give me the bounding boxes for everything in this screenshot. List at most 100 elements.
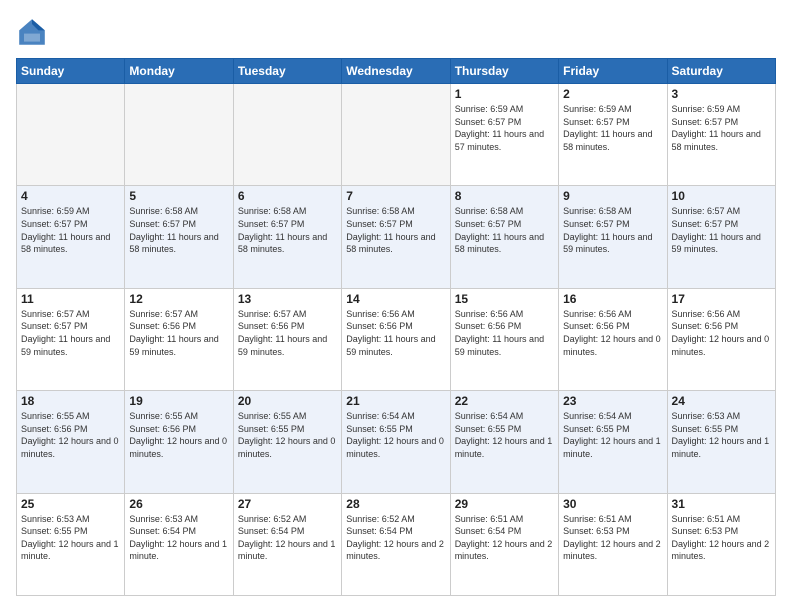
day-number: 12 bbox=[129, 292, 228, 306]
calendar-cell: 6Sunrise: 6:58 AMSunset: 6:57 PMDaylight… bbox=[233, 186, 341, 288]
day-info: Sunrise: 6:53 AMSunset: 6:55 PMDaylight:… bbox=[672, 410, 771, 460]
calendar-cell: 8Sunrise: 6:58 AMSunset: 6:57 PMDaylight… bbox=[450, 186, 558, 288]
calendar-cell: 5Sunrise: 6:58 AMSunset: 6:57 PMDaylight… bbox=[125, 186, 233, 288]
calendar-cell: 23Sunrise: 6:54 AMSunset: 6:55 PMDayligh… bbox=[559, 391, 667, 493]
calendar-cell: 13 Sunrise: 6:57 AMSunset: 6:56 PMDayligh… bbox=[233, 288, 341, 390]
week-row-4: 25 Sunrise: 6:53 AMSunset: 6:55 PMDayligh… bbox=[17, 493, 776, 595]
calendar-cell: 17 Sunrise: 6:56 AMSunset: 6:56 PMDayligh… bbox=[667, 288, 775, 390]
day-number: 4 bbox=[21, 189, 120, 203]
calendar-cell: 22Sunrise: 6:54 AMSunset: 6:55 PMDayligh… bbox=[450, 391, 558, 493]
day-number: 10 bbox=[672, 189, 771, 203]
day-info: Sunrise: 6:52 AMSunset: 6:54 PMDaylight:… bbox=[346, 513, 445, 563]
day-info: Sunrise: 6:59 AMSunset: 6:57 PMDaylight:… bbox=[21, 205, 120, 255]
page: SundayMondayTuesdayWednesdayThursdayFrid… bbox=[0, 0, 792, 612]
calendar: SundayMondayTuesdayWednesdayThursdayFrid… bbox=[16, 58, 776, 596]
week-row-1: 4 Sunrise: 6:59 AMSunset: 6:57 PMDaylight… bbox=[17, 186, 776, 288]
calendar-cell: 14 Sunrise: 6:56 AMSunset: 6:56 PMDayligh… bbox=[342, 288, 450, 390]
day-header-friday: Friday bbox=[559, 59, 667, 84]
day-info: Sunrise: 6:58 AMSunset: 6:57 PMDaylight:… bbox=[563, 205, 662, 255]
day-header-tuesday: Tuesday bbox=[233, 59, 341, 84]
calendar-cell: 3Sunrise: 6:59 AMSunset: 6:57 PMDaylight… bbox=[667, 84, 775, 186]
day-number: 31 bbox=[672, 497, 771, 511]
day-info: Sunrise: 6:58 AMSunset: 6:57 PMDaylight:… bbox=[346, 205, 445, 255]
day-info: Sunrise: 6:55 AMSunset: 6:56 PMDaylight:… bbox=[129, 410, 228, 460]
day-header-sunday: Sunday bbox=[17, 59, 125, 84]
calendar-cell: 30Sunrise: 6:51 AMSunset: 6:53 PMDayligh… bbox=[559, 493, 667, 595]
logo bbox=[16, 16, 52, 48]
day-info: Sunrise: 6:56 AMSunset: 6:56 PMDaylight:… bbox=[563, 308, 662, 358]
calendar-cell: 29 Sunrise: 6:51 AMSunset: 6:54 PMDayligh… bbox=[450, 493, 558, 595]
day-info: Sunrise: 6:57 AMSunset: 6:57 PMDaylight:… bbox=[672, 205, 771, 255]
day-info: Sunrise: 6:58 AMSunset: 6:57 PMDaylight:… bbox=[129, 205, 228, 255]
calendar-cell bbox=[342, 84, 450, 186]
day-number: 20 bbox=[238, 394, 337, 408]
day-number: 26 bbox=[129, 497, 228, 511]
calendar-cell: 2 Sunrise: 6:59 AMSunset: 6:57 PMDaylight… bbox=[559, 84, 667, 186]
day-number: 14 bbox=[346, 292, 445, 306]
day-number: 27 bbox=[238, 497, 337, 511]
day-number: 29 bbox=[455, 497, 554, 511]
day-info: Sunrise: 6:56 AMSunset: 6:56 PMDaylight:… bbox=[455, 308, 554, 358]
calendar-cell: 20 Sunrise: 6:55 AMSunset: 6:55 PMDayligh… bbox=[233, 391, 341, 493]
logo-icon bbox=[16, 16, 48, 48]
day-info: Sunrise: 6:59 AMSunset: 6:57 PMDaylight:… bbox=[455, 103, 554, 153]
day-number: 13 bbox=[238, 292, 337, 306]
calendar-cell: 15 Sunrise: 6:56 AMSunset: 6:56 PMDayligh… bbox=[450, 288, 558, 390]
day-info: Sunrise: 6:51 AMSunset: 6:53 PMDaylight:… bbox=[672, 513, 771, 563]
calendar-cell: 1 Sunrise: 6:59 AMSunset: 6:57 PMDaylight… bbox=[450, 84, 558, 186]
day-number: 17 bbox=[672, 292, 771, 306]
day-header-saturday: Saturday bbox=[667, 59, 775, 84]
day-number: 28 bbox=[346, 497, 445, 511]
day-number: 9 bbox=[563, 189, 662, 203]
day-header-monday: Monday bbox=[125, 59, 233, 84]
day-info: Sunrise: 6:51 AMSunset: 6:54 PMDaylight:… bbox=[455, 513, 554, 563]
calendar-cell: 19Sunrise: 6:55 AMSunset: 6:56 PMDayligh… bbox=[125, 391, 233, 493]
day-header-thursday: Thursday bbox=[450, 59, 558, 84]
week-row-3: 18 Sunrise: 6:55 AMSunset: 6:56 PMDayligh… bbox=[17, 391, 776, 493]
day-info: Sunrise: 6:58 AMSunset: 6:57 PMDaylight:… bbox=[455, 205, 554, 255]
calendar-cell: 11 Sunrise: 6:57 AMSunset: 6:57 PMDayligh… bbox=[17, 288, 125, 390]
calendar-cell: 31 Sunrise: 6:51 AMSunset: 6:53 PMDayligh… bbox=[667, 493, 775, 595]
day-number: 2 bbox=[563, 87, 662, 101]
day-number: 1 bbox=[455, 87, 554, 101]
calendar-cell: 9 Sunrise: 6:58 AMSunset: 6:57 PMDaylight… bbox=[559, 186, 667, 288]
day-info: Sunrise: 6:56 AMSunset: 6:56 PMDaylight:… bbox=[346, 308, 445, 358]
day-info: Sunrise: 6:57 AMSunset: 6:57 PMDaylight:… bbox=[21, 308, 120, 358]
calendar-cell: 26 Sunrise: 6:53 AMSunset: 6:54 PMDayligh… bbox=[125, 493, 233, 595]
day-info: Sunrise: 6:59 AMSunset: 6:57 PMDaylight:… bbox=[563, 103, 662, 153]
day-number: 11 bbox=[21, 292, 120, 306]
day-info: Sunrise: 6:55 AMSunset: 6:56 PMDaylight:… bbox=[21, 410, 120, 460]
day-number: 16 bbox=[563, 292, 662, 306]
day-number: 24 bbox=[672, 394, 771, 408]
day-info: Sunrise: 6:52 AMSunset: 6:54 PMDaylight:… bbox=[238, 513, 337, 563]
calendar-cell: 27 Sunrise: 6:52 AMSunset: 6:54 PMDayligh… bbox=[233, 493, 341, 595]
day-number: 25 bbox=[21, 497, 120, 511]
day-number: 3 bbox=[672, 87, 771, 101]
day-info: Sunrise: 6:53 AMSunset: 6:55 PMDaylight:… bbox=[21, 513, 120, 563]
calendar-header-row: SundayMondayTuesdayWednesdayThursdayFrid… bbox=[17, 59, 776, 84]
day-number: 15 bbox=[455, 292, 554, 306]
calendar-cell: 16 Sunrise: 6:56 AMSunset: 6:56 PMDayligh… bbox=[559, 288, 667, 390]
day-info: Sunrise: 6:57 AMSunset: 6:56 PMDaylight:… bbox=[238, 308, 337, 358]
day-number: 18 bbox=[21, 394, 120, 408]
day-header-wednesday: Wednesday bbox=[342, 59, 450, 84]
week-row-2: 11 Sunrise: 6:57 AMSunset: 6:57 PMDayligh… bbox=[17, 288, 776, 390]
calendar-cell: 7 Sunrise: 6:58 AMSunset: 6:57 PMDaylight… bbox=[342, 186, 450, 288]
day-number: 23 bbox=[563, 394, 662, 408]
day-number: 22 bbox=[455, 394, 554, 408]
day-info: Sunrise: 6:56 AMSunset: 6:56 PMDaylight:… bbox=[672, 308, 771, 358]
day-number: 7 bbox=[346, 189, 445, 203]
calendar-cell: 12Sunrise: 6:57 AMSunset: 6:56 PMDayligh… bbox=[125, 288, 233, 390]
day-info: Sunrise: 6:51 AMSunset: 6:53 PMDaylight:… bbox=[563, 513, 662, 563]
calendar-cell bbox=[233, 84, 341, 186]
week-row-0: 1 Sunrise: 6:59 AMSunset: 6:57 PMDaylight… bbox=[17, 84, 776, 186]
day-info: Sunrise: 6:58 AMSunset: 6:57 PMDaylight:… bbox=[238, 205, 337, 255]
calendar-cell bbox=[125, 84, 233, 186]
calendar-cell: 4 Sunrise: 6:59 AMSunset: 6:57 PMDaylight… bbox=[17, 186, 125, 288]
day-info: Sunrise: 6:55 AMSunset: 6:55 PMDaylight:… bbox=[238, 410, 337, 460]
day-number: 21 bbox=[346, 394, 445, 408]
calendar-cell: 28 Sunrise: 6:52 AMSunset: 6:54 PMDayligh… bbox=[342, 493, 450, 595]
calendar-cell: 24 Sunrise: 6:53 AMSunset: 6:55 PMDayligh… bbox=[667, 391, 775, 493]
day-info: Sunrise: 6:54 AMSunset: 6:55 PMDaylight:… bbox=[346, 410, 445, 460]
day-info: Sunrise: 6:53 AMSunset: 6:54 PMDaylight:… bbox=[129, 513, 228, 563]
